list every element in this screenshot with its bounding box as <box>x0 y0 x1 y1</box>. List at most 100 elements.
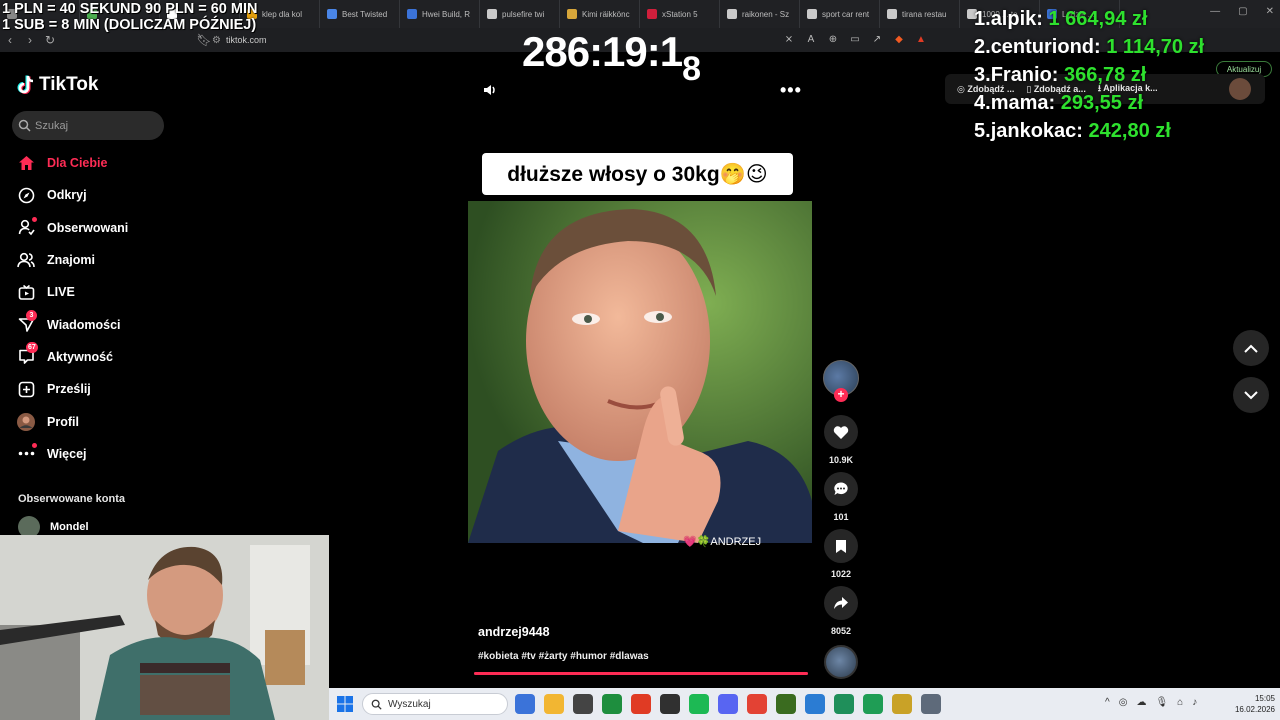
nav-item[interactable]: 3 Wiadomości <box>0 308 180 340</box>
music-disc[interactable] <box>824 645 858 679</box>
tray-overflow-icon[interactable]: ^ <box>1105 697 1110 708</box>
comment-button[interactable] <box>824 472 858 506</box>
browser-tab[interactable]: pulsefire twi <box>480 0 560 28</box>
nav-item[interactable]: Znajomi <box>0 244 180 276</box>
search-box[interactable] <box>12 111 164 140</box>
share-icon[interactable]: ↗ <box>870 32 884 46</box>
taskbar-search-placeholder: Wyszukaj <box>388 698 431 710</box>
taskbar-app-icon[interactable] <box>718 694 738 714</box>
taskbar-app-icon[interactable] <box>602 694 622 714</box>
tray-volume-icon[interactable]: ♪ <box>1192 697 1197 708</box>
browser-tab[interactable]: xStation 5 <box>640 0 720 28</box>
like-button[interactable] <box>824 415 858 449</box>
taskbar-search[interactable]: Wyszukaj <box>362 693 508 715</box>
taskbar-app-icon[interactable] <box>660 694 680 714</box>
leaderboard-name: centuriond: <box>990 36 1101 58</box>
upload-icon <box>17 380 35 398</box>
search-icon <box>18 119 31 132</box>
address-bar-icons: ⨯ A ⊕ ▭ ↗ ◆ ▲ <box>782 32 928 46</box>
leaderboard-entry: 2.centuriond: 1 114,70 zł <box>974 36 1204 64</box>
video-content <box>468 201 812 543</box>
nav-item[interactable]: Odkryj <box>0 179 180 211</box>
volume-icon <box>484 85 495 95</box>
next-video-button[interactable] <box>1233 377 1269 413</box>
video-hashtags[interactable]: #kobieta #tv #żarty #humor #dlawas <box>478 651 649 662</box>
taskbar-clock[interactable]: 15:05 16.02.2026 <box>1229 693 1275 715</box>
account-name: Mondel <box>50 521 89 533</box>
browser-tab[interactable]: Hwei Build, R <box>400 0 480 28</box>
nav-item[interactable]: LIVE <box>0 276 180 308</box>
video-frame[interactable] <box>468 201 812 543</box>
tab-title: Best Twisted <box>342 9 388 19</box>
nav-item[interactable]: Profil <box>0 405 180 437</box>
nav-item[interactable]: Prześlij <box>0 373 180 405</box>
search-input[interactable] <box>35 119 155 132</box>
video-progress-bar[interactable] <box>474 672 808 675</box>
address-url: tiktok.com <box>226 35 267 45</box>
browser-tab[interactable]: raikonen - Sz <box>720 0 800 28</box>
nav-item[interactable]: 67 Aktywność <box>0 341 180 373</box>
nav-item[interactable]: Więcej <box>0 438 180 470</box>
save-button[interactable] <box>824 529 858 563</box>
browser-tab[interactable]: Kimi räikkönc <box>560 0 640 28</box>
taskbar-app-icon[interactable] <box>747 694 767 714</box>
taskbar-app-icon[interactable] <box>892 694 912 714</box>
reload-icon[interactable]: ↻ <box>40 30 60 50</box>
home-icon <box>17 154 35 172</box>
tiktok-logo[interactable]: TikTok <box>17 74 98 96</box>
profile-avatar[interactable] <box>1229 78 1251 100</box>
leaderboard-rank: 5. <box>974 120 991 142</box>
brave-shield-icon[interactable]: ◆ <box>892 32 906 46</box>
share-button[interactable] <box>824 586 858 620</box>
save-count: 1022 <box>830 569 852 579</box>
subathon-timer: 286:19:18 <box>522 28 701 88</box>
taskbar-app-icon[interactable] <box>776 694 796 714</box>
mute-tab-icon[interactable]: ⨯ <box>782 32 796 46</box>
forward-icon[interactable]: › <box>20 30 40 50</box>
tray-cloud-icon[interactable]: ☁ <box>1136 697 1146 708</box>
nav-label: Wiadomości <box>47 317 121 332</box>
more-options-button[interactable]: ••• <box>780 80 802 101</box>
minimize-icon[interactable]: — <box>1210 6 1220 17</box>
cast-icon[interactable]: ▭ <box>848 32 862 46</box>
tab-title: Hwei Build, R <box>422 9 471 19</box>
tray-mic-icon[interactable]: 🎙︎ <box>1155 697 1168 708</box>
browser-tab[interactable]: Best Twisted <box>320 0 400 28</box>
taskbar-app-icon[interactable] <box>805 694 825 714</box>
nav-item[interactable]: Dla Ciebie <box>0 147 180 179</box>
taskbar-app-icon[interactable] <box>834 694 854 714</box>
back-icon[interactable]: ‹ <box>0 30 20 50</box>
browser-tab[interactable]: tirana restau <box>880 0 960 28</box>
taskbar-app-icon[interactable] <box>544 694 564 714</box>
rewards-icon[interactable]: ▲ <box>914 32 928 46</box>
bookmark-icon[interactable]: 🔖︎ <box>194 30 214 50</box>
maximize-icon[interactable]: ▢ <box>1238 6 1247 17</box>
taskbar-app-icon[interactable] <box>689 694 709 714</box>
previous-video-button[interactable] <box>1233 330 1269 366</box>
site-settings-icon[interactable]: ⚙ <box>212 35 226 46</box>
taskbar-app-icon[interactable] <box>515 694 535 714</box>
taskbar-app-icon[interactable] <box>573 694 593 714</box>
start-menu-icon[interactable] <box>337 696 353 712</box>
notification-dot <box>32 442 37 448</box>
translate-icon[interactable]: A <box>804 32 818 46</box>
tray-app-icon[interactable]: ◎ <box>1119 697 1128 708</box>
leaderboard-name: Franio: <box>990 64 1059 86</box>
video-author[interactable]: andrzej9448 <box>478 625 550 639</box>
clock-date: 16.02.2026 <box>1234 705 1275 714</box>
chevron-down-icon <box>1244 390 1258 399</box>
tray-network-icon[interactable]: ⌂ <box>1177 697 1183 708</box>
taskbar-app-icon[interactable] <box>631 694 651 714</box>
follow-plus-button[interactable]: + <box>834 388 848 402</box>
tab-favicon-icon <box>567 9 577 19</box>
close-icon[interactable]: ✕ <box>1266 6 1274 17</box>
zoom-icon[interactable]: ⊕ <box>826 32 840 46</box>
webcam-feed <box>0 535 329 720</box>
taskbar-app-icon[interactable] <box>863 694 883 714</box>
promo-line: 1 SUB = 8 MIN (DOLICZAM PÓŹNIEJ) <box>2 17 257 33</box>
tab-favicon-icon <box>647 9 657 19</box>
browser-tab[interactable]: sport car rent <box>800 0 880 28</box>
nav-item[interactable]: Obserwowani <box>0 212 180 244</box>
volume-button[interactable] <box>482 82 498 103</box>
taskbar-app-icon[interactable] <box>921 694 941 714</box>
